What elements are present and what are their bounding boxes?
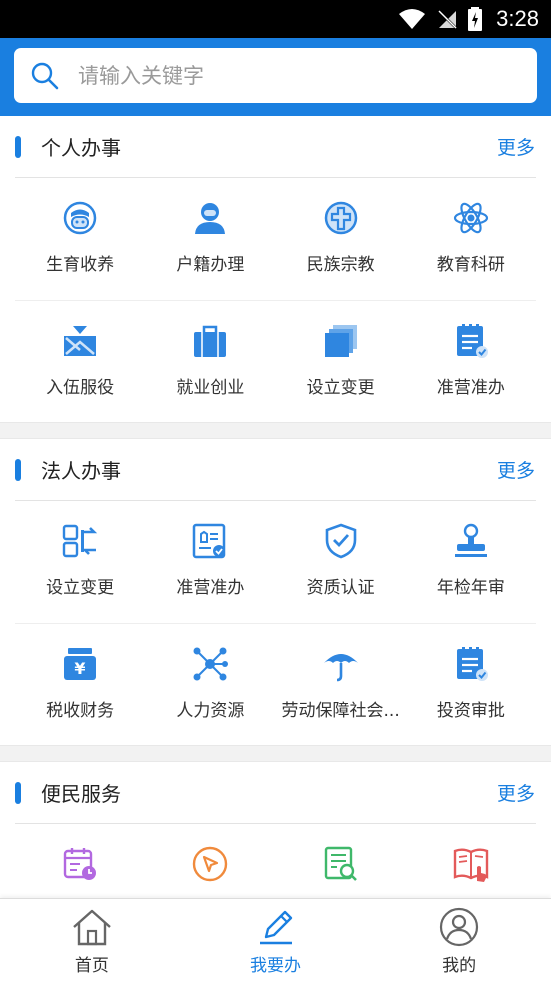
app-screen: 3:28 个人办事 更多 生育收养 xyxy=(0,0,551,981)
service-label: 准营准办 xyxy=(436,378,505,398)
calendar-clock-icon xyxy=(60,844,100,884)
nav-label: 我的 xyxy=(442,956,477,976)
section-header: 个人办事 更多 xyxy=(15,116,536,178)
stamp-icon xyxy=(451,521,491,561)
section-accent-bar xyxy=(15,781,21,804)
search-icon xyxy=(31,62,59,89)
service-label: 资质认证 xyxy=(306,578,375,598)
service-ethnic-religion[interactable]: 民族宗教 xyxy=(276,178,406,300)
service-human-resources[interactable]: 人力资源 xyxy=(145,624,275,745)
service-label: 生育收养 xyxy=(46,255,115,275)
section-divider xyxy=(0,422,551,439)
service-permit[interactable]: 准营准办 xyxy=(406,301,536,422)
pen-icon xyxy=(259,910,292,945)
service-label: 人力资源 xyxy=(176,701,245,721)
nav-mine[interactable]: 我的 xyxy=(367,899,551,981)
service-qualification[interactable]: 资质认证 xyxy=(276,501,406,623)
service-label: 户籍办理 xyxy=(176,255,245,275)
swap-icon xyxy=(60,521,100,561)
grid-row: 设立变更 准营准办 资质认证 年检年审 xyxy=(15,501,536,623)
doc-search-icon xyxy=(321,844,361,884)
service-enlist[interactable]: 入伍服役 xyxy=(15,301,145,422)
shield-check-icon xyxy=(321,521,361,561)
checklist-icon xyxy=(451,644,491,684)
network-icon xyxy=(190,644,230,684)
checklist-icon xyxy=(451,321,491,361)
grid-row: ¥ 税收财务 人力资源 劳动保障社会... 投资审批 xyxy=(15,623,536,745)
more-link[interactable]: 更多 xyxy=(497,133,535,160)
service-birth-adoption[interactable]: 生育收养 xyxy=(15,178,145,300)
more-link[interactable]: 更多 xyxy=(497,779,535,806)
cross-icon xyxy=(321,198,361,238)
baby-icon xyxy=(60,198,100,238)
section-header: 便民服务 更多 xyxy=(15,762,536,824)
service-label: 入伍服役 xyxy=(46,378,115,398)
service-label: 税收财务 xyxy=(46,701,115,721)
person-icon xyxy=(190,198,230,238)
status-time: 3:28 xyxy=(496,6,539,31)
nav-todo[interactable]: 我要办 xyxy=(184,899,368,981)
briefcase-icon xyxy=(190,321,230,361)
section-personal: 个人办事 更多 生育收养 户籍办理 民族宗教 教育科研 入伍服役 就业创业 设立… xyxy=(0,116,551,422)
status-bar: 3:28 xyxy=(0,0,551,38)
svg-text:¥: ¥ xyxy=(75,659,86,678)
section-title: 便民服务 xyxy=(41,782,121,806)
section-title: 个人办事 xyxy=(41,136,121,160)
service-label: 民族宗教 xyxy=(306,255,375,275)
section-accent-bar xyxy=(15,458,21,481)
service-establish-change[interactable]: 设立变更 xyxy=(15,501,145,623)
section-divider xyxy=(0,745,551,762)
service-household[interactable]: 户籍办理 xyxy=(145,178,275,300)
service-label: 教育科研 xyxy=(436,255,505,275)
service-establish-change[interactable]: 设立变更 xyxy=(276,301,406,422)
section-header: 法人办事 更多 xyxy=(15,439,536,501)
service-label: 劳动保障社会... xyxy=(281,701,400,721)
service-label: 准营准办 xyxy=(176,578,245,598)
bottom-nav: 首页 我要办 我的 xyxy=(0,898,551,981)
service-tax-finance[interactable]: ¥ 税收财务 xyxy=(15,624,145,745)
service-annual-inspection[interactable]: 年检年审 xyxy=(406,501,536,623)
more-link[interactable]: 更多 xyxy=(497,456,535,483)
certificate-icon xyxy=(190,521,230,561)
grid-row: 入伍服役 就业创业 设立变更 准营准办 xyxy=(15,300,536,422)
service-label: 年检年审 xyxy=(436,578,505,598)
grid-row: 生育收养 户籍办理 民族宗教 教育科研 xyxy=(15,178,536,300)
section-legal-entity: 法人办事 更多 设立变更 准营准办 资质认证 年检年审 ¥ 税收财务 人力资源 … xyxy=(0,439,551,745)
tax-icon: ¥ xyxy=(60,644,100,684)
umbrella-icon xyxy=(321,644,361,684)
nav-label: 首页 xyxy=(74,956,109,976)
service-labor-security[interactable]: 劳动保障社会... xyxy=(276,624,406,745)
user-icon xyxy=(440,907,479,947)
nav-label: 我要办 xyxy=(250,956,301,976)
stack-icon xyxy=(321,321,361,361)
wifi-icon xyxy=(399,9,426,29)
home-icon xyxy=(73,909,111,946)
section-title: 法人办事 xyxy=(41,459,121,483)
enlist-icon xyxy=(60,321,100,361)
service-label: 投资审批 xyxy=(436,701,505,721)
service-label: 就业创业 xyxy=(176,378,245,398)
service-investment-approval[interactable]: 投资审批 xyxy=(406,624,536,745)
service-label: 设立变更 xyxy=(306,378,375,398)
search-input[interactable] xyxy=(78,63,478,88)
section-accent-bar xyxy=(15,135,21,158)
book-hand-icon xyxy=(451,844,491,884)
nav-home[interactable]: 首页 xyxy=(0,899,184,981)
atom-icon xyxy=(451,198,491,238)
service-label: 设立变更 xyxy=(46,578,115,598)
service-permit[interactable]: 准营准办 xyxy=(145,501,275,623)
search-header xyxy=(0,38,551,116)
search-box[interactable] xyxy=(14,48,537,103)
battery-charging-icon xyxy=(468,7,483,31)
no-signal-icon xyxy=(437,9,458,29)
cursor-icon xyxy=(190,844,230,884)
service-education[interactable]: 教育科研 xyxy=(406,178,536,300)
service-employment[interactable]: 就业创业 xyxy=(145,301,275,422)
